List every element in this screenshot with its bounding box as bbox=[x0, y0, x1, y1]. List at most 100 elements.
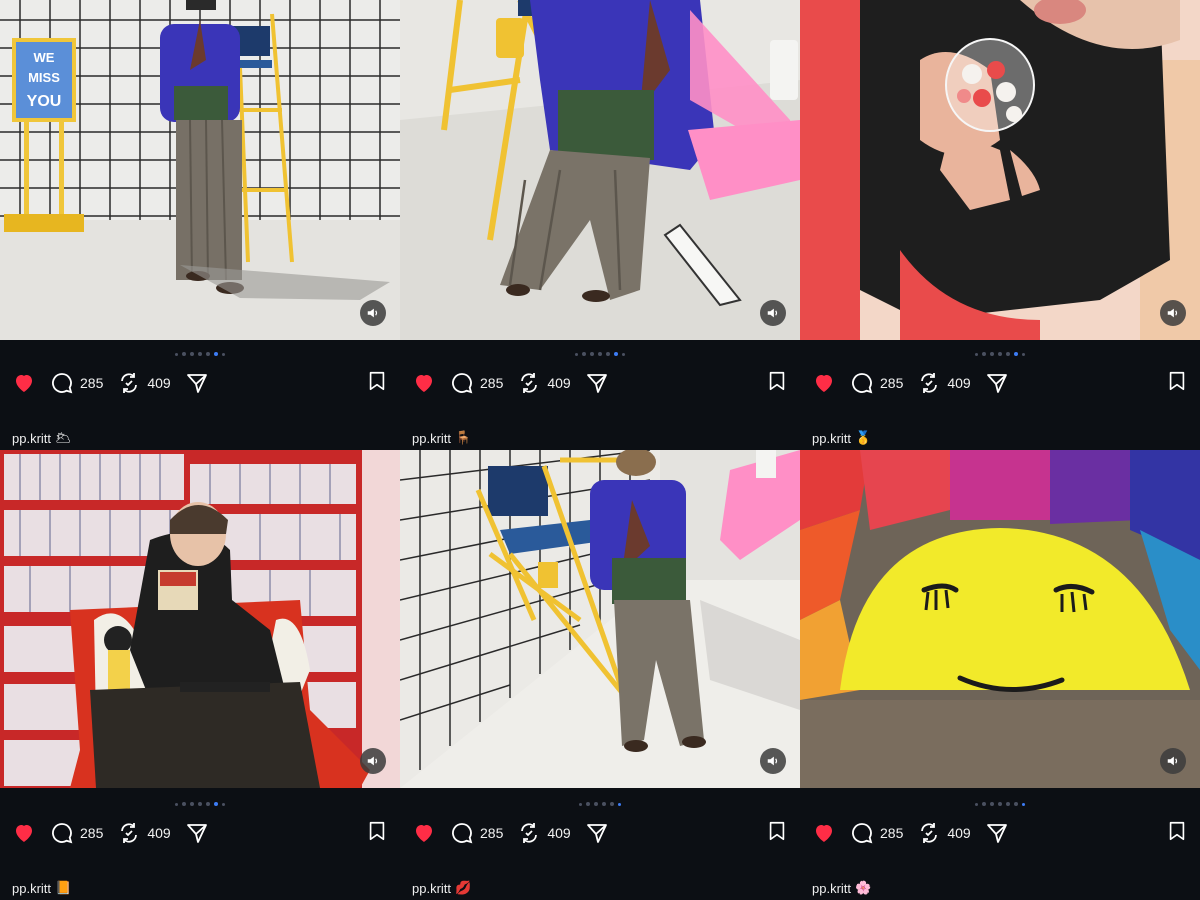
sound-toggle-button[interactable] bbox=[1160, 300, 1186, 326]
repost-icon bbox=[521, 823, 538, 843]
post-image[interactable] bbox=[800, 450, 1200, 788]
share-button[interactable] bbox=[185, 821, 209, 845]
post-image[interactable] bbox=[400, 450, 800, 788]
share-button[interactable] bbox=[185, 371, 209, 395]
carousel-dot bbox=[982, 802, 986, 806]
carousel-dot bbox=[1022, 352, 1025, 356]
sound-toggle-button[interactable] bbox=[360, 748, 386, 774]
username-link[interactable]: pp.kritt bbox=[12, 881, 51, 896]
speaker-icon bbox=[767, 756, 778, 766]
comment-count: 285 bbox=[480, 375, 504, 391]
comment-button[interactable]: 285 bbox=[50, 371, 103, 395]
post-card: WE MISS YOU 285 409 pp.kritt 🌥 bbox=[0, 0, 400, 450]
repost-button[interactable]: 409 bbox=[517, 371, 571, 395]
share-button[interactable] bbox=[585, 821, 609, 845]
save-button[interactable] bbox=[1166, 370, 1188, 397]
post-image[interactable] bbox=[0, 450, 400, 788]
carousel-dot bbox=[1006, 352, 1010, 356]
carousel-dot bbox=[606, 352, 610, 356]
comment-count: 285 bbox=[480, 825, 504, 841]
comment-button[interactable]: 285 bbox=[50, 821, 103, 845]
save-button[interactable] bbox=[366, 820, 388, 847]
username-link[interactable]: pp.kritt bbox=[12, 431, 51, 446]
carousel-dot bbox=[575, 352, 578, 356]
like-button[interactable] bbox=[412, 821, 436, 845]
comment-button[interactable]: 285 bbox=[450, 821, 503, 845]
caption: pp.kritt 🌸 bbox=[812, 880, 871, 896]
send-icon bbox=[986, 374, 1007, 393]
bookmark-icon bbox=[1169, 821, 1185, 840]
comment-button[interactable]: 285 bbox=[450, 371, 503, 395]
repost-button[interactable]: 409 bbox=[917, 821, 971, 845]
speaker-icon bbox=[367, 308, 378, 318]
carousel-indicator bbox=[800, 802, 1200, 806]
repost-icon bbox=[121, 823, 138, 843]
repost-button[interactable]: 409 bbox=[917, 371, 971, 395]
username-link[interactable]: pp.kritt bbox=[412, 881, 451, 896]
save-button[interactable] bbox=[1166, 820, 1188, 847]
carousel-dot bbox=[618, 802, 621, 806]
action-bar: 285 409 bbox=[812, 818, 1188, 848]
comment-icon bbox=[852, 373, 873, 394]
like-button[interactable] bbox=[12, 371, 36, 395]
like-button[interactable] bbox=[812, 371, 836, 395]
username-link[interactable]: pp.kritt bbox=[812, 431, 851, 446]
carousel-dot bbox=[975, 352, 978, 356]
carousel-dot bbox=[214, 802, 218, 806]
repost-icon bbox=[121, 373, 138, 393]
send-icon bbox=[986, 824, 1007, 843]
caption: pp.kritt 💋 bbox=[412, 880, 471, 896]
bookmark-icon bbox=[1169, 371, 1185, 390]
post-card: 285 409 pp.kritt 🌸 bbox=[800, 450, 1200, 900]
outfit-photo bbox=[400, 0, 800, 340]
carousel-dot bbox=[1014, 352, 1018, 356]
repost-button[interactable]: 409 bbox=[117, 821, 171, 845]
action-bar: 285 409 bbox=[12, 818, 388, 848]
carousel-dot bbox=[622, 352, 625, 356]
carousel-dot bbox=[990, 352, 994, 356]
share-button[interactable] bbox=[585, 371, 609, 395]
like-button[interactable] bbox=[12, 821, 36, 845]
like-button[interactable] bbox=[812, 821, 836, 845]
post-image[interactable] bbox=[800, 0, 1200, 340]
carousel-dot bbox=[586, 802, 590, 806]
speaker-icon bbox=[367, 756, 378, 766]
speaker-icon bbox=[1167, 756, 1178, 766]
bookmark-icon bbox=[769, 821, 785, 840]
repost-icon bbox=[521, 373, 538, 393]
sound-toggle-button[interactable] bbox=[760, 300, 786, 326]
heart-icon bbox=[816, 375, 832, 392]
save-button[interactable] bbox=[766, 370, 788, 397]
send-icon bbox=[186, 824, 207, 843]
repost-button[interactable]: 409 bbox=[117, 371, 171, 395]
sound-toggle-button[interactable] bbox=[1160, 748, 1186, 774]
comment-icon bbox=[452, 823, 473, 844]
carousel-dot bbox=[1014, 802, 1018, 806]
carousel-dot bbox=[998, 352, 1002, 356]
repost-count: 409 bbox=[947, 375, 971, 391]
username-link[interactable]: pp.kritt bbox=[412, 431, 451, 446]
share-button[interactable] bbox=[985, 821, 1009, 845]
like-button[interactable] bbox=[412, 371, 436, 395]
save-button[interactable] bbox=[366, 370, 388, 397]
comment-icon bbox=[452, 373, 473, 394]
smiley-plush-photo bbox=[800, 450, 1200, 788]
comment-button[interactable]: 285 bbox=[850, 821, 903, 845]
carousel-dot bbox=[175, 802, 178, 806]
share-button[interactable] bbox=[985, 371, 1009, 395]
post-card: 285 409 pp.kritt 💋 bbox=[400, 450, 800, 900]
carousel-dot bbox=[594, 802, 598, 806]
repost-button[interactable]: 409 bbox=[517, 821, 571, 845]
username-link[interactable]: pp.kritt bbox=[812, 881, 851, 896]
action-bar: 285 409 bbox=[12, 368, 388, 398]
send-icon bbox=[586, 374, 607, 393]
comment-count: 285 bbox=[880, 825, 904, 841]
post-image[interactable] bbox=[400, 0, 800, 340]
sound-toggle-button[interactable] bbox=[760, 748, 786, 774]
comment-button[interactable]: 285 bbox=[850, 371, 903, 395]
carousel-dot bbox=[190, 802, 194, 806]
sound-toggle-button[interactable] bbox=[360, 300, 386, 326]
save-button[interactable] bbox=[766, 820, 788, 847]
carousel-dot bbox=[198, 352, 202, 356]
post-image[interactable]: WE MISS YOU bbox=[0, 0, 400, 340]
